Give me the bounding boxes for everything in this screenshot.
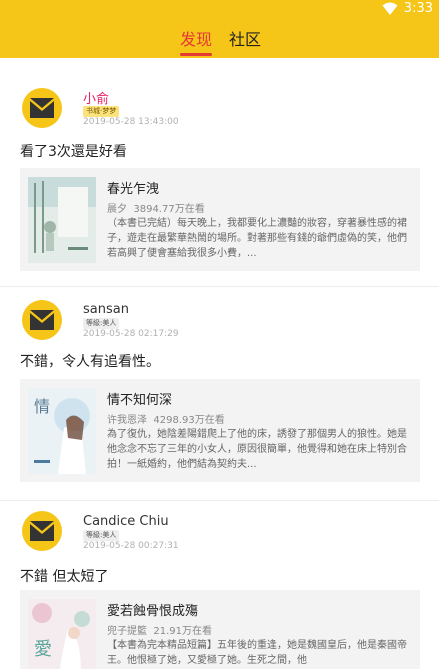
post-comment: 不錯，令人有追看性。: [20, 354, 160, 370]
avatar[interactable]: [22, 300, 62, 340]
book-card[interactable]: 情 情不知何深 许我恩泽 4298.93万在看 為了復仇，她陰差陽錯爬上了他的床…: [20, 379, 420, 482]
book-card[interactable]: 愛 愛若蝕骨恨成殤 兜子提籃 21.91万在看 【本書為完本精品短篇】五年後的重…: [20, 590, 420, 669]
active-tab-indicator: [180, 53, 212, 56]
svg-text:愛: 愛: [34, 639, 52, 660]
cover-illustration: 情: [28, 388, 96, 474]
post-comment: 不錯 但太短了: [20, 569, 109, 585]
wifi-icon: [382, 2, 398, 15]
book-description: 為了復仇，她陰差陽錯爬上了他的床，誘發了那個男人的狼性。她是他念念不忘了三年的小…: [107, 429, 407, 470]
tab-community[interactable]: 社区: [229, 26, 261, 50]
username[interactable]: 小俞: [83, 88, 109, 107]
cover-illustration: [28, 177, 96, 263]
book-title: 春光乍洩: [107, 182, 160, 197]
user-level-badge: 等級:美人: [83, 318, 120, 329]
avatar[interactable]: [22, 88, 62, 128]
status-time: 3:33: [403, 1, 433, 16]
book-author: 兜子提籃: [107, 626, 147, 637]
cover-illustration: 愛: [28, 599, 96, 669]
username[interactable]: Candice Chiu: [83, 514, 169, 529]
envelope-icon: [30, 310, 54, 330]
book-title: 愛若蝕骨恨成殤: [107, 604, 199, 619]
top-nav: 发现 社区: [0, 18, 439, 58]
post-timestamp: 2019-05-28 13:43:00: [83, 117, 179, 127]
book-cover: 愛: [28, 599, 96, 669]
user-level-badge: 书城·梦梦: [83, 106, 120, 117]
post-timestamp: 2019-05-28 00:27:31: [83, 541, 179, 551]
book-reads: 21.91万在看: [153, 626, 212, 637]
book-description: 【本書為完本精品短篇】五年後的重逢，她是魏國皇后，他是秦國帝王。他恨極了她，又愛…: [107, 640, 407, 666]
user-level-badge: 等級:美人: [83, 530, 120, 541]
book-author: 晨夕: [107, 204, 127, 215]
svg-text:情: 情: [34, 397, 50, 416]
book-meta: 晨夕 3894.77万在看: [107, 200, 205, 215]
book-reads: 3894.77万在看: [133, 204, 205, 215]
status-bar: 3:33: [0, 0, 439, 18]
post-divider: [0, 286, 439, 287]
book-cover: [28, 177, 96, 263]
book-description: （本書已完結）每天晚上，我都要化上濃豔的妝容，穿著暴性感的裙子，遊走在最繁華熱鬧…: [107, 218, 407, 259]
post-comment: 看了3次還是好看: [20, 144, 127, 160]
book-cover: 情: [28, 388, 96, 474]
avatar[interactable]: [22, 511, 62, 551]
status-icons: 3:33: [382, 1, 433, 16]
book-meta: 兜子提籃 21.91万在看: [107, 622, 212, 637]
envelope-icon: [30, 98, 54, 118]
tab-discover[interactable]: 发现: [180, 26, 212, 50]
book-author: 许我恩泽: [107, 415, 147, 426]
book-title: 情不知何深: [107, 393, 173, 408]
book-reads: 4298.93万在看: [153, 415, 225, 426]
book-card[interactable]: 春光乍洩 晨夕 3894.77万在看 （本書已完結）每天晚上，我都要化上濃豔的妝…: [20, 168, 420, 271]
envelope-icon: [30, 521, 54, 541]
post-divider: [0, 500, 439, 501]
username[interactable]: sansan: [83, 302, 129, 317]
book-meta: 许我恩泽 4298.93万在看: [107, 411, 225, 426]
post-timestamp: 2019-05-28 02:17:29: [83, 329, 179, 339]
